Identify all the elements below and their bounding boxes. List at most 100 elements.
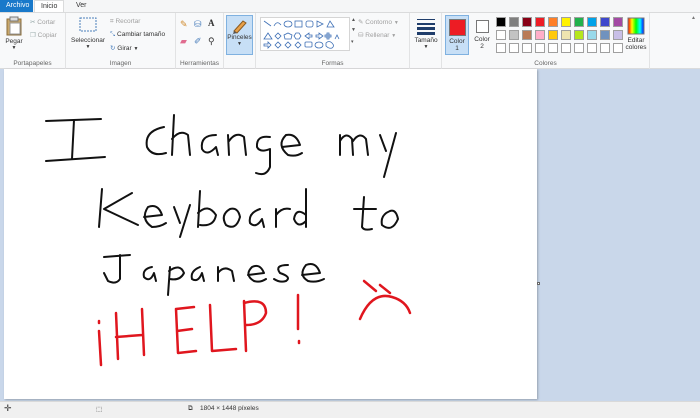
cut-label: Cortar (37, 19, 56, 26)
crop-label: Recortar (115, 18, 141, 25)
tools-group: ✎ ⛁ A ▰ ✐ ⚲ Herramientas (176, 13, 224, 69)
fill-tool[interactable]: ⛁ (194, 19, 202, 30)
tab-file[interactable]: Archivo (0, 0, 33, 12)
tab-view[interactable]: Ver (70, 0, 93, 12)
color2-number: 2 (480, 43, 484, 50)
eraser-icon: ▰ (180, 36, 187, 46)
palette-swatch[interactable] (561, 17, 571, 27)
palette-swatch[interactable] (535, 17, 545, 27)
palette-swatch[interactable] (496, 43, 506, 53)
palette-swatch[interactable] (561, 30, 571, 40)
canvas-resize-handle[interactable] (537, 282, 540, 285)
eraser-tool[interactable]: ▰ (180, 36, 187, 47)
color1-label: Color (449, 38, 465, 45)
palette-swatch[interactable] (613, 30, 623, 40)
palette-swatch[interactable] (613, 17, 623, 27)
drawing-canvas[interactable] (4, 69, 537, 399)
cursor-position-icon: ✛ (4, 403, 12, 413)
crop-button[interactable]: ⌗ Recortar (110, 18, 140, 26)
brushes-dropdown-icon: ▼ (237, 41, 242, 47)
color-picker-tool[interactable]: ✐ (194, 36, 202, 47)
text-tool-icon: A (208, 18, 215, 28)
ribbon-collapse-icon[interactable]: ▲ (691, 15, 696, 21)
text-tool[interactable]: A (208, 18, 215, 28)
colors-group: Color 1 Color 2 Editar colores Colores (442, 13, 650, 69)
palette-swatch[interactable] (574, 17, 584, 27)
fill-dropdown-icon: ▼ (391, 33, 397, 39)
palette-swatch[interactable] (522, 43, 532, 53)
palette-swatch[interactable] (574, 43, 584, 53)
color2-swatch (475, 20, 489, 33)
size-group: Tamaño ▼ (410, 13, 442, 69)
shapes-group-label: Formas (321, 60, 344, 67)
palette-swatch[interactable] (548, 43, 558, 53)
palette-swatch[interactable] (600, 43, 610, 53)
palette-swatch[interactable] (522, 17, 532, 27)
color1-button[interactable]: Color 1 (445, 15, 469, 55)
select-dropdown-icon[interactable]: ▼ (70, 44, 106, 50)
image-dimensions: 1804 × 1448 píxeles (200, 405, 259, 412)
palette-swatch[interactable] (548, 30, 558, 40)
palette-swatch[interactable] (587, 43, 597, 53)
size-button[interactable]: Tamaño ▼ (413, 17, 439, 50)
tab-home[interactable]: Inicio (34, 0, 65, 12)
palette-swatch[interactable] (509, 30, 519, 40)
edit-colors-label-2: colores (625, 44, 647, 51)
paste-button[interactable]: Pegar ▼ (3, 16, 25, 51)
clipboard-group: Pegar ▼ ✂ Cortar ❐ Copiar Portapapeles (0, 13, 66, 69)
canvas-area[interactable] (0, 69, 700, 401)
palette-swatch[interactable] (600, 17, 610, 27)
magnifier-icon: ⚲ (208, 36, 215, 46)
line-size-icon (417, 19, 435, 35)
resize-button[interactable]: ⤡ Cambiar tamaño (110, 31, 165, 39)
status-bar: ✛ ⬚ ⧉ 1804 × 1448 píxeles (0, 401, 700, 418)
shapes-scroll-down-icon[interactable]: ▼ (351, 27, 356, 33)
palette-swatch[interactable] (535, 43, 545, 53)
palette-swatch[interactable] (561, 43, 571, 53)
outline-label: Contorno (365, 19, 393, 26)
shapes-expand-icon[interactable]: ▾ (351, 39, 354, 45)
color2-button[interactable]: Color 2 (471, 15, 493, 55)
color1-swatch (448, 19, 466, 36)
size-dropdown-icon: ▼ (423, 44, 429, 50)
image-group-label: Imagen (109, 60, 132, 67)
outline-button[interactable]: ✎ Contorno ▼ (358, 18, 399, 26)
edit-colors-button[interactable]: Editar colores (624, 17, 648, 51)
palette-swatch[interactable] (496, 30, 506, 40)
rotate-button[interactable]: ↻ Girar ▼ (110, 44, 138, 52)
palette-swatch[interactable] (496, 17, 506, 27)
color1-number: 1 (455, 45, 459, 52)
rotate-icon: ↻ (110, 45, 116, 52)
copy-icon: ❐ (30, 32, 36, 39)
palette-swatch[interactable] (509, 43, 519, 53)
image-group: Seleccionar ▼ ⌗ Recortar ⤡ Cambiar tamañ… (66, 13, 176, 69)
pencil-tool[interactable]: ✎ (180, 19, 188, 30)
palette-swatch[interactable] (613, 43, 623, 53)
select-button[interactable]: Seleccionar ▼ (70, 16, 106, 50)
color2-label: Color (474, 36, 490, 43)
brushes-group: Pinceles ▼ (224, 13, 256, 69)
shapes-scroll-up-icon[interactable]: ▲ (351, 17, 356, 23)
rotate-label: Girar (117, 45, 132, 52)
shapes-gallery-icons (263, 20, 340, 49)
palette-swatch[interactable] (548, 17, 558, 27)
brushes-button[interactable]: Pinceles ▼ (226, 15, 253, 55)
handwritten-drawing (45, 114, 412, 367)
outline-dropdown-icon: ▼ (393, 20, 399, 26)
fill-bucket-icon: ⛁ (194, 19, 202, 29)
fill-button[interactable]: ⛁ Rellenar ▼ (358, 31, 396, 39)
palette-swatch[interactable] (535, 30, 545, 40)
palette-swatch[interactable] (522, 30, 532, 40)
palette-swatch[interactable] (574, 30, 584, 40)
shapes-gallery[interactable] (260, 17, 350, 51)
copy-button[interactable]: ❐ Copiar (30, 31, 57, 39)
palette-swatch[interactable] (509, 17, 519, 27)
cut-button[interactable]: ✂ Cortar (30, 18, 55, 26)
copy-label: Copiar (37, 32, 57, 39)
palette-swatch[interactable] (587, 17, 597, 27)
magnifier-tool[interactable]: ⚲ (208, 36, 215, 47)
paste-dropdown-icon[interactable]: ▼ (3, 45, 25, 51)
palette-swatch[interactable] (587, 30, 597, 40)
color-palette (496, 17, 626, 55)
palette-swatch[interactable] (600, 30, 610, 40)
